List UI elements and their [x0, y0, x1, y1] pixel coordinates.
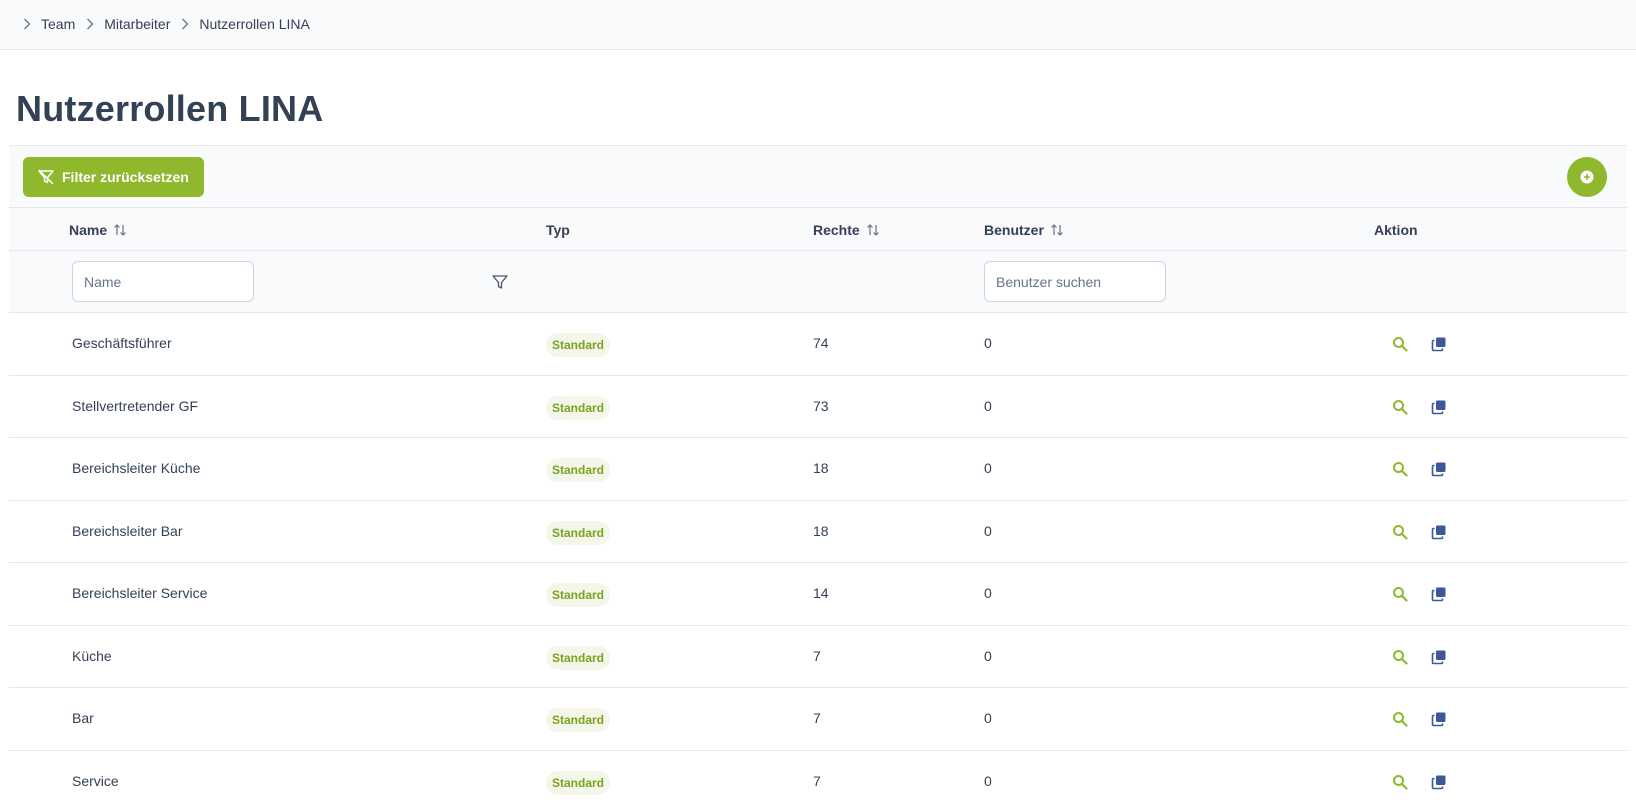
table-row: Bereichsleiter Bar Standard 18 0: [9, 500, 1627, 563]
search-icon[interactable]: [1391, 335, 1409, 353]
sort-icon[interactable]: [113, 223, 127, 237]
rights-count: 7: [813, 772, 821, 789]
copy-icon[interactable]: [1430, 585, 1448, 603]
filter-row: [9, 251, 1627, 313]
column-action-label: Aktion: [1374, 222, 1418, 238]
sort-icon[interactable]: [1050, 223, 1064, 237]
rights-count: 7: [813, 647, 821, 664]
search-icon[interactable]: [1391, 585, 1409, 603]
copy-icon[interactable]: [1430, 648, 1448, 666]
type-badge: Standard: [546, 333, 611, 357]
type-badge: Standard: [546, 520, 611, 545]
column-header-action: Aktion: [1374, 222, 1418, 238]
rights-count: 74: [813, 335, 829, 351]
users-count: 0: [984, 647, 992, 664]
plus-circle-icon: [1580, 170, 1594, 184]
copy-icon[interactable]: [1430, 710, 1448, 728]
role-name: Geschäftsführer: [72, 335, 172, 351]
breadcrumb-item-mitarbeiter[interactable]: Mitarbeiter: [104, 16, 170, 32]
table-row: Bereichsleiter Küche Standard 18 0: [9, 438, 1627, 501]
reset-filter-label: Filter zurücksetzen: [62, 169, 189, 185]
users-count: 0: [984, 772, 992, 789]
filter-slash-icon: [37, 169, 55, 185]
rights-count: 14: [813, 585, 829, 601]
copy-icon[interactable]: [1430, 773, 1448, 791]
role-name: Küche: [72, 647, 112, 664]
table-body: Geschäftsführer Standard 74 0 Stellvertr…: [9, 313, 1627, 812]
rights-count: 18: [813, 460, 829, 476]
search-icon[interactable]: [1391, 773, 1409, 791]
page-title: Nutzerrollen LINA: [16, 88, 324, 129]
chevron-right-icon: [85, 17, 95, 31]
name-filter-input[interactable]: [72, 261, 254, 302]
role-name: Stellvertretender GF: [72, 397, 199, 414]
role-name: Bereichsleiter Service: [72, 585, 208, 601]
users-count: 0: [984, 710, 992, 726]
user-search-input[interactable]: [984, 261, 1166, 302]
users-count: 0: [984, 460, 992, 476]
type-badge: Standard: [546, 458, 611, 482]
breadcrumb: Team Mitarbeiter Nutzerrollen LINA: [22, 16, 320, 32]
table-header: Name Typ Rechte Benutzer Aktion: [9, 208, 1627, 251]
search-icon[interactable]: [1391, 460, 1409, 478]
column-header-type: Typ: [546, 222, 570, 238]
type-badge: Standard: [546, 583, 611, 607]
type-badge: Standard: [546, 770, 611, 795]
search-icon[interactable]: [1391, 398, 1409, 416]
search-icon[interactable]: [1391, 648, 1409, 666]
role-name: Bereichsleiter Bar: [72, 522, 183, 539]
table-row: Geschäftsführer Standard 74 0: [9, 313, 1627, 376]
table-row: Bar Standard 7 0: [9, 688, 1627, 751]
table-toolbar: Filter zurücksetzen: [9, 145, 1627, 208]
users-count: 0: [984, 397, 992, 414]
users-count: 0: [984, 522, 992, 539]
breadcrumb-item-team[interactable]: Team: [41, 16, 75, 32]
search-icon[interactable]: [1391, 710, 1409, 728]
column-rights-label: Rechte: [813, 222, 860, 238]
role-name: Service: [72, 772, 119, 789]
column-header-rights[interactable]: Rechte: [813, 222, 880, 238]
copy-icon[interactable]: [1430, 523, 1448, 541]
column-header-users[interactable]: Benutzer: [984, 222, 1064, 238]
search-icon[interactable]: [1391, 523, 1409, 541]
column-name-label: Name: [69, 222, 108, 238]
column-type-label: Typ: [546, 222, 570, 238]
add-role-button[interactable]: [1567, 157, 1607, 197]
users-count: 0: [984, 585, 992, 601]
role-name: Bereichsleiter Küche: [72, 460, 201, 476]
copy-icon[interactable]: [1430, 460, 1448, 478]
copy-icon[interactable]: [1430, 335, 1448, 353]
breadcrumb-item-current: Nutzerrollen LINA: [199, 16, 310, 32]
users-count: 0: [984, 335, 992, 351]
sort-icon[interactable]: [866, 223, 880, 237]
chevron-right-icon: [180, 17, 190, 31]
table-row: Service Standard 7 0: [9, 750, 1627, 812]
top-bar: Team Mitarbeiter Nutzerrollen LINA: [0, 0, 1636, 50]
copy-icon[interactable]: [1430, 398, 1448, 416]
table-row: Stellvertretender GF Standard 73 0: [9, 375, 1627, 438]
rights-count: 73: [813, 397, 829, 414]
column-header-name[interactable]: Name: [69, 222, 127, 238]
rights-count: 7: [813, 710, 821, 726]
role-name: Bar: [72, 710, 94, 726]
reset-filter-button[interactable]: Filter zurücksetzen: [23, 157, 204, 197]
type-badge: Standard: [546, 395, 611, 420]
rights-count: 18: [813, 522, 829, 539]
table-row: Küche Standard 7 0: [9, 625, 1627, 688]
chevron-right-icon: [22, 17, 32, 31]
column-users-label: Benutzer: [984, 222, 1044, 238]
table-row: Bereichsleiter Service Standard 14 0: [9, 563, 1627, 626]
type-badge: Standard: [546, 708, 611, 732]
filter-icon[interactable]: [491, 273, 509, 291]
type-badge: Standard: [546, 645, 611, 670]
